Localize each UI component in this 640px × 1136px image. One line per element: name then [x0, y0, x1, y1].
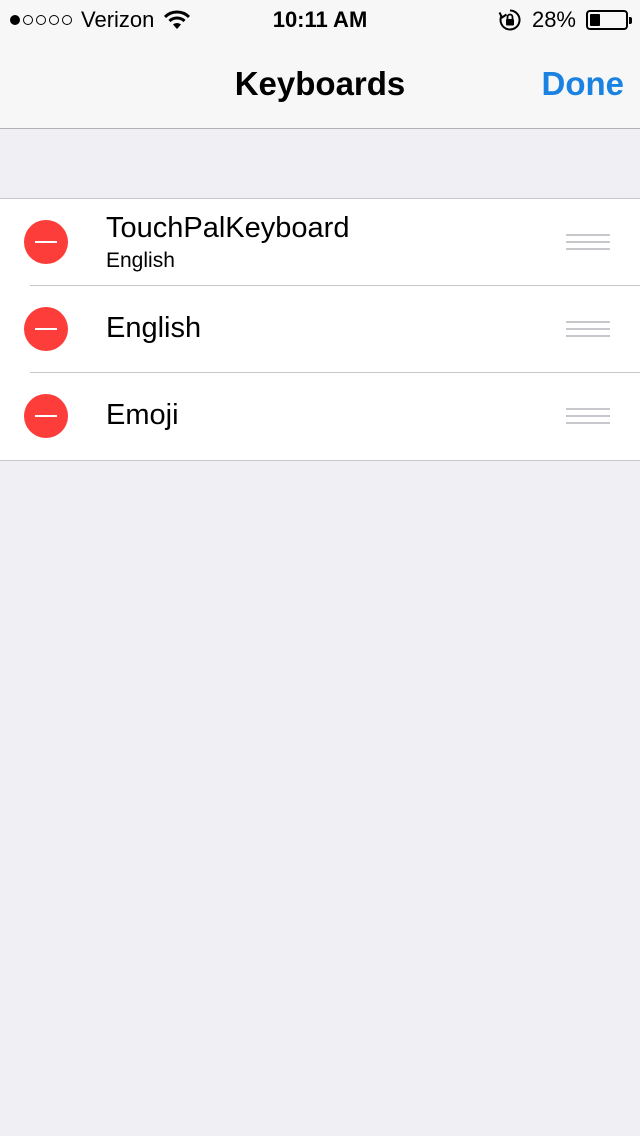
- delete-minus-icon[interactable]: [24, 307, 68, 351]
- battery-level-fill: [590, 14, 600, 26]
- keyboard-row-emoji[interactable]: Emoji: [0, 372, 640, 460]
- keyboard-name: TouchPalKeyboard: [106, 212, 350, 244]
- row-divider: [30, 372, 640, 373]
- battery-icon: [586, 10, 632, 30]
- reorder-handle-icon[interactable]: [566, 234, 610, 252]
- done-button[interactable]: Done: [542, 40, 625, 128]
- keyboard-subtitle: English: [106, 249, 175, 272]
- keyboard-name: Emoji: [106, 399, 179, 431]
- keyboard-row-touchpal[interactable]: TouchPalKeyboard English: [0, 199, 640, 286]
- row-divider: [30, 285, 640, 286]
- delete-minus-icon[interactable]: [24, 394, 68, 438]
- status-right: 28%: [498, 0, 632, 40]
- reorder-handle-icon[interactable]: [566, 321, 610, 339]
- navigation-bar: Keyboards Done: [0, 40, 640, 129]
- status-bar: Verizon 10:11 AM 28%: [0, 0, 640, 40]
- rotation-lock-icon: [498, 9, 521, 31]
- keyboard-list: TouchPalKeyboard English English Emoji: [0, 198, 640, 461]
- reorder-handle-icon[interactable]: [566, 408, 610, 426]
- keyboard-row-english[interactable]: English: [0, 285, 640, 373]
- battery-percent: 28%: [531, 7, 576, 32]
- delete-minus-icon[interactable]: [24, 220, 68, 264]
- keyboard-name: English: [106, 312, 202, 344]
